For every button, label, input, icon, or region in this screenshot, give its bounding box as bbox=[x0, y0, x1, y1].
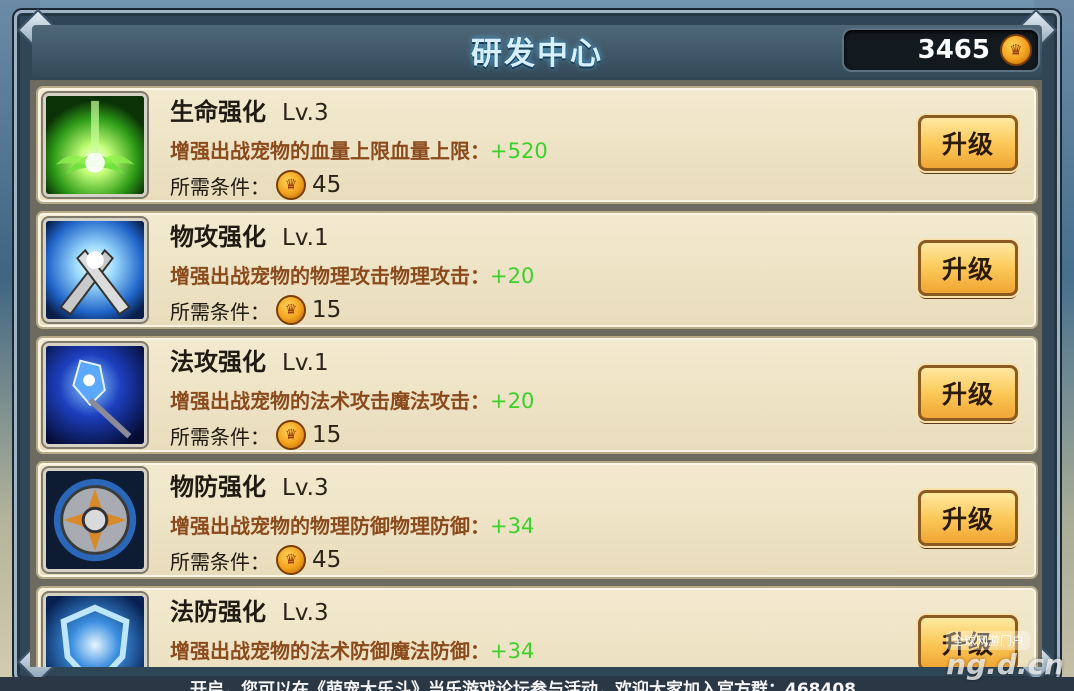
upgrade-requirement: 所需条件： ♛ 45 bbox=[170, 545, 342, 575]
upgrade-bonus: +34 bbox=[490, 514, 535, 538]
upgrade-requirement: 所需条件： ♛ 15 bbox=[170, 420, 342, 450]
upgrade-description: 增强出战宠物的法术攻击魔法攻击：+20 bbox=[170, 389, 535, 413]
upgrade-level: Lv.1 bbox=[282, 225, 329, 251]
upgrade-level: Lv.1 bbox=[282, 350, 329, 376]
magic-defense-icon bbox=[43, 593, 147, 667]
upgrade-description: 增强出战宠物的物理防御物理防御：+34 bbox=[170, 514, 535, 538]
upgrade-name: 法防强化 Lv.3 bbox=[170, 598, 329, 626]
coin-balance-panel: 3465 ♛ bbox=[842, 28, 1040, 72]
upgrade-list[interactable]: 生命强化 Lv.3 增强出战宠物的血量上限血量上限：+520 所需条件： ♛ 45… bbox=[30, 80, 1042, 667]
upgrade-card-physical-attack: 物攻强化 Lv.1 增强出战宠物的物理攻击物理攻击：+20 所需条件： ♛ 15 … bbox=[36, 211, 1038, 329]
life-boost-icon bbox=[43, 93, 147, 197]
upgrade-name: 法攻强化 Lv.1 bbox=[170, 348, 329, 376]
upgrade-level: Lv.3 bbox=[282, 475, 329, 501]
upgrade-name: 物防强化 Lv.3 bbox=[170, 473, 329, 501]
site-watermark: 全球网游门户 ng.d.cn bbox=[908, 631, 1068, 681]
upgrade-level: Lv.3 bbox=[282, 600, 329, 626]
upgrade-button-life[interactable]: 升级 bbox=[918, 115, 1018, 171]
upgrade-card-magic-defense: 法防强化 Lv.3 增强出战宠物的法术防御魔法防御：+34 升级 bbox=[36, 586, 1038, 667]
watermark-logo: ng.d.cn bbox=[946, 648, 1064, 681]
upgrade-card-physical-defense: 物防强化 Lv.3 增强出战宠物的物理防御物理防御：+34 所需条件： ♛ 45 … bbox=[36, 461, 1038, 579]
upgrade-card-magic-attack: 法攻强化 Lv.1 增强出战宠物的法术攻击魔法攻击：+20 所需条件： ♛ 15 … bbox=[36, 336, 1038, 454]
physical-defense-icon bbox=[43, 468, 147, 572]
requirement-cost: 45 bbox=[312, 172, 342, 198]
requirement-cost: 15 bbox=[312, 297, 342, 323]
upgrade-description: 增强出战宠物的法术防御魔法防御：+34 bbox=[170, 639, 535, 663]
coin-icon: ♛ bbox=[276, 170, 306, 200]
upgrade-name: 物攻强化 Lv.1 bbox=[170, 223, 329, 251]
upgrade-bonus: +34 bbox=[490, 639, 535, 663]
magic-attack-icon bbox=[43, 343, 147, 447]
requirement-cost: 45 bbox=[312, 547, 342, 573]
coin-icon: ♛ bbox=[276, 545, 306, 575]
upgrade-bonus: +520 bbox=[490, 139, 548, 163]
upgrade-bonus: +20 bbox=[490, 389, 535, 413]
upgrade-button-physical-defense[interactable]: 升级 bbox=[918, 490, 1018, 546]
upgrade-description: 增强出战宠物的血量上限血量上限：+520 bbox=[170, 139, 548, 163]
upgrade-button-physical-attack[interactable]: 升级 bbox=[918, 240, 1018, 296]
coin-icon: ♛ bbox=[1000, 34, 1032, 66]
upgrade-name: 生命强化 Lv.3 bbox=[170, 98, 329, 126]
upgrade-description: 增强出战宠物的物理攻击物理攻击：+20 bbox=[170, 264, 535, 288]
ticker-text: 开启，您可以在《萌宠大乐斗》当乐游戏论坛参与活动，欢迎大家加入官方群：46840… bbox=[190, 680, 856, 691]
upgrade-requirement: 所需条件： ♛ 15 bbox=[170, 295, 342, 325]
upgrade-level: Lv.3 bbox=[282, 100, 329, 126]
coin-icon: ♛ bbox=[276, 295, 306, 325]
upgrade-card-life: 生命强化 Lv.3 增强出战宠物的血量上限血量上限：+520 所需条件： ♛ 45… bbox=[36, 86, 1038, 204]
upgrade-bonus: +20 bbox=[490, 264, 535, 288]
coin-balance: 3465 bbox=[917, 35, 990, 65]
requirement-cost: 15 bbox=[312, 422, 342, 448]
coin-icon: ♛ bbox=[276, 420, 306, 450]
physical-attack-icon bbox=[43, 218, 147, 322]
upgrade-requirement: 所需条件： ♛ 45 bbox=[170, 170, 342, 200]
upgrade-button-magic-attack[interactable]: 升级 bbox=[918, 365, 1018, 421]
